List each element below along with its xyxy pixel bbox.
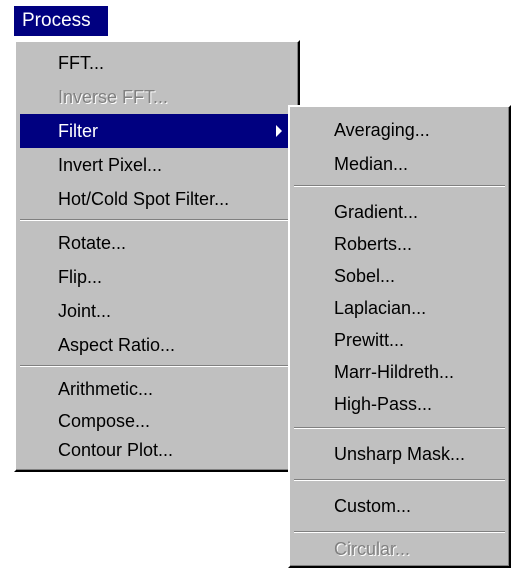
menu-item-arithmetic[interactable]: Arithmetic... bbox=[20, 372, 294, 406]
menu-separator bbox=[20, 365, 294, 367]
submenu-item-laplacian[interactable]: Laplacian... bbox=[294, 291, 505, 325]
menu-process[interactable]: Process bbox=[14, 6, 108, 36]
menu-item-flip[interactable]: Flip... bbox=[20, 260, 294, 294]
menu-item-joint[interactable]: Joint... bbox=[20, 294, 294, 328]
submenu-item-sobel[interactable]: Sobel... bbox=[294, 259, 505, 293]
menu-item-contour-plot[interactable]: Contour Plot... bbox=[20, 433, 294, 467]
submenu-item-custom[interactable]: Custom... bbox=[294, 489, 505, 523]
menu-separator bbox=[294, 185, 505, 187]
menu-item-filter-label: Filter bbox=[58, 121, 98, 141]
process-menu: FFT... Inverse FFT... Filter Invert Pixe… bbox=[14, 40, 300, 472]
submenu-item-prewitt[interactable]: Prewitt... bbox=[294, 323, 505, 357]
menu-item-invert-pixel[interactable]: Invert Pixel... bbox=[20, 148, 294, 182]
menu-separator bbox=[294, 479, 505, 481]
menu-item-fft[interactable]: FFT... bbox=[20, 46, 294, 80]
menu-item-rotate[interactable]: Rotate... bbox=[20, 226, 294, 260]
submenu-item-gradient[interactable]: Gradient... bbox=[294, 195, 505, 229]
menu-item-hot-cold-spot-filter[interactable]: Hot/Cold Spot Filter... bbox=[20, 182, 294, 216]
submenu-arrow-icon bbox=[276, 125, 282, 137]
submenu-item-median[interactable]: Median... bbox=[294, 147, 505, 181]
submenu-item-high-pass[interactable]: High-Pass... bbox=[294, 387, 505, 421]
submenu-item-circular: Circular... bbox=[334, 539, 411, 559]
submenu-item-averaging[interactable]: Averaging... bbox=[294, 113, 505, 147]
menu-item-aspect-ratio[interactable]: Aspect Ratio... bbox=[20, 328, 294, 362]
menu-separator bbox=[20, 219, 294, 221]
menu-item-inverse-fft: Inverse FFT... bbox=[58, 87, 169, 107]
menu-screen: Process FFT... Inverse FFT... Filter Inv… bbox=[0, 0, 511, 568]
menu-item-filter[interactable]: Filter bbox=[20, 114, 294, 148]
submenu-item-roberts[interactable]: Roberts... bbox=[294, 227, 505, 261]
submenu-item-unsharp-mask[interactable]: Unsharp Mask... bbox=[294, 437, 505, 471]
submenu-item-marr-hildreth[interactable]: Marr-Hildreth... bbox=[294, 355, 505, 389]
menu-separator bbox=[294, 427, 505, 429]
filter-submenu: Averaging... Median... Gradient... Rober… bbox=[288, 105, 511, 568]
